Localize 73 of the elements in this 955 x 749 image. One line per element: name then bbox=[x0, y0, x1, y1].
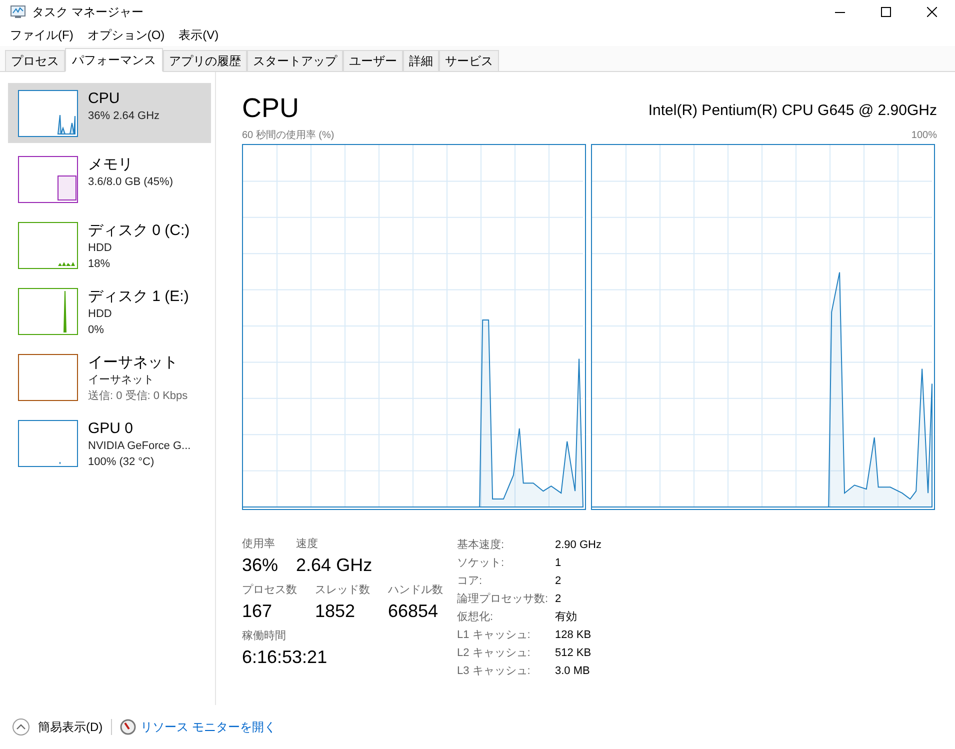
stat-label: 速度 bbox=[296, 536, 320, 552]
tab[interactable]: ユーザー bbox=[343, 50, 403, 71]
item-detail: 36% 2.64 GHz bbox=[88, 109, 160, 124]
graph-thumbnail bbox=[18, 420, 78, 467]
item-detail: HDD bbox=[88, 307, 113, 322]
detail-label: 基本速度: bbox=[457, 538, 506, 553]
tab[interactable]: プロセス bbox=[5, 50, 65, 71]
item-detail: 18% bbox=[88, 257, 112, 272]
stat-label: スレッド数 bbox=[315, 583, 370, 598]
stat-value: 66854 bbox=[388, 600, 440, 623]
detail-label: L3 キャッシュ: bbox=[457, 664, 532, 679]
resource-monitor-link[interactable]: リソース モニターを開く bbox=[140, 718, 276, 736]
item-title: メモリ bbox=[88, 156, 134, 174]
detail-value: 2 bbox=[555, 592, 562, 607]
item-title: イーサネット bbox=[88, 354, 179, 372]
item-detail: イーサネット bbox=[88, 373, 155, 388]
stat-value: 6:16:53:21 bbox=[242, 646, 328, 669]
graph-thumbnail bbox=[18, 354, 78, 401]
detail-label: L1 キャッシュ: bbox=[457, 628, 532, 643]
tab[interactable]: サービス bbox=[439, 50, 499, 71]
chevron-up-icon bbox=[12, 718, 30, 736]
stat-value: 167 bbox=[242, 600, 274, 623]
stat-value: 2.64 GHz bbox=[296, 554, 372, 577]
detail-value: 512 KB bbox=[555, 646, 592, 661]
detail-label: 論理プロセッサ数: bbox=[457, 592, 550, 607]
app-icon bbox=[10, 5, 26, 19]
detail-label: ソケット: bbox=[457, 556, 506, 571]
detail-value: 128 KB bbox=[555, 628, 592, 643]
detail-value: 2.90 GHz bbox=[555, 538, 602, 553]
graph-max-label: 100% bbox=[911, 129, 937, 143]
item-detail: 100% (32 °C) bbox=[88, 455, 156, 470]
item-detail: NVIDIA GeForce G... bbox=[88, 439, 191, 454]
detail-label: L2 キャッシュ: bbox=[457, 646, 532, 661]
graph-thumbnail bbox=[18, 222, 78, 269]
stat-label: プロセス数 bbox=[242, 582, 297, 598]
menu-item[interactable]: 表示(V) bbox=[178, 26, 219, 44]
item-detail: 送信: 0 受信: 0 Kbps bbox=[88, 388, 188, 404]
cpu-model: Intel(R) Pentium(R) CPU G645 @ 2.90GHz bbox=[648, 100, 937, 120]
menu-item[interactable]: オプション(O) bbox=[87, 26, 165, 44]
stat-label: ハンドル数 bbox=[388, 583, 443, 598]
fewer-details-button[interactable]: 簡易表示(D) bbox=[12, 718, 103, 736]
panel-title: CPU bbox=[242, 92, 300, 124]
graph-caption: 60 秒間の使用率 (%) bbox=[242, 128, 334, 143]
item-detail: 3.6/8.0 GB (45%) bbox=[88, 175, 173, 190]
stat-label: 使用率 bbox=[242, 536, 276, 552]
detail-value: 2 bbox=[555, 574, 562, 589]
window-title: タスク マネージャー bbox=[32, 4, 144, 21]
maximize-icon bbox=[881, 7, 891, 17]
tab[interactable]: パフォーマンス bbox=[65, 48, 163, 72]
stat-value: 36% bbox=[242, 554, 278, 577]
stat-label: 稼働時間 bbox=[242, 629, 287, 644]
detail-label: 仮想化: bbox=[457, 610, 494, 625]
tab[interactable]: 詳細 bbox=[403, 50, 439, 71]
item-title: CPU bbox=[88, 90, 121, 108]
item-title: ディスク 0 (C:) bbox=[88, 222, 190, 240]
graph-thumbnail bbox=[18, 156, 78, 203]
detail-label: コア: bbox=[457, 574, 484, 589]
stat-value: 1852 bbox=[315, 600, 356, 623]
item-title: ディスク 1 (E:) bbox=[88, 288, 189, 306]
graph-thumbnail bbox=[18, 90, 78, 137]
sidebar-item[interactable]: CPU 36% 2.64 GHz bbox=[8, 83, 211, 143]
graph-thumbnail bbox=[18, 288, 78, 335]
detail-value: 有効 bbox=[555, 610, 577, 625]
menu-item[interactable]: ファイル(F) bbox=[10, 26, 74, 44]
detail-value: 1 bbox=[555, 556, 562, 571]
item-detail: HDD bbox=[88, 241, 113, 256]
tab[interactable]: スタートアップ bbox=[247, 50, 343, 71]
close-icon bbox=[927, 7, 937, 17]
detail-value: 3.0 MB bbox=[555, 664, 590, 679]
gauge-icon bbox=[120, 719, 136, 735]
item-title: GPU 0 bbox=[88, 420, 134, 438]
item-detail: 0% bbox=[88, 323, 105, 338]
tab[interactable]: アプリの履歴 bbox=[163, 50, 247, 71]
